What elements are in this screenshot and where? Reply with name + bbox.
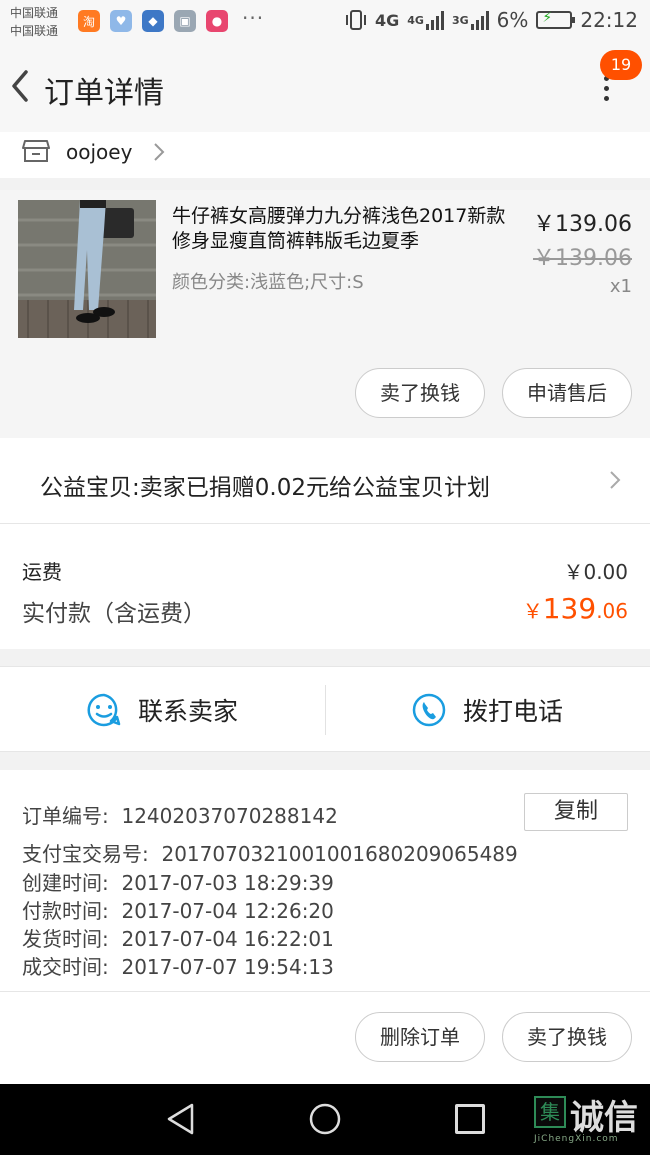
- product-price: ￥139.06: [533, 212, 632, 237]
- chevron-right-icon: [610, 471, 621, 489]
- carrier-1: 中国联通: [10, 6, 59, 20]
- signal-icon-1: [425, 10, 444, 30]
- copy-order-number-button[interactable]: 复制: [524, 793, 628, 831]
- order-number-row: 订单编号: 12402037070288142: [22, 800, 338, 829]
- status-bar: 中国联通 中国联通 淘 ♥ ◆ ▣ ● ··· 4G 4G 3G 6% ⚡ 22…: [0, 0, 650, 46]
- nav-back-icon[interactable]: [164, 1102, 198, 1136]
- vibrate-icon: [345, 10, 366, 30]
- carrier-info: 中国联通 中国联通: [10, 4, 58, 40]
- shipping-label: 运费: [22, 560, 62, 584]
- phone-icon: [412, 693, 446, 727]
- contact-seller-button[interactable]: 联系卖家: [86, 667, 238, 753]
- paid-amount-value: ￥139.06: [523, 592, 628, 625]
- ship-time: 2017-07-04 16:22:01: [121, 927, 334, 951]
- info-label: 付款时间:: [22, 899, 109, 923]
- paid-decimal: .06: [596, 599, 628, 623]
- status-right: 4G 4G 3G 6% ⚡ 22:12: [345, 8, 638, 32]
- back-arrow-icon[interactable]: [6, 66, 36, 106]
- notification-icons: 淘 ♥ ◆ ▣ ●: [78, 10, 228, 32]
- watermark-text: 诚信: [570, 1098, 638, 1138]
- info-label: 订单编号:: [22, 804, 109, 828]
- alipay-trade-row: 支付宝交易号: 2017070321001001680209065489: [22, 838, 518, 867]
- bird-app-icon: ●: [206, 10, 228, 32]
- order-actions: 删除订单 卖了换钱: [0, 992, 650, 1084]
- info-label: 支付宝交易号:: [22, 842, 149, 866]
- message-count-badge[interactable]: 19: [600, 50, 642, 80]
- shop-icon: [22, 140, 50, 162]
- network-3g-label: 3G: [451, 13, 469, 27]
- call-phone-label[interactable]: 拨打电话: [463, 692, 563, 728]
- info-label: 发货时间:: [22, 927, 109, 951]
- more-menu-icon[interactable]: [596, 76, 616, 106]
- paid-currency: ￥: [522, 599, 543, 623]
- call-phone-button[interactable]: 拨打电话: [411, 667, 563, 753]
- sell-for-cash-bottom-button[interactable]: 卖了换钱: [502, 1012, 632, 1062]
- ship-time-row: 发货时间: 2017-07-04 16:22:01: [22, 923, 334, 952]
- nav-home-icon[interactable]: [308, 1102, 342, 1136]
- product-title[interactable]: 牛仔裤女高腰弹力九分裤浅色2017新款修身显瘦直筒裤韩版毛边夏季: [172, 204, 512, 254]
- paid-integer: 139: [542, 592, 597, 625]
- payment-summary: 运费 ￥0.00 实付款（含运费） ￥139.06: [0, 524, 650, 649]
- charity-row[interactable]: 公益宝贝:卖家已捐赠0.02元给公益宝贝计划: [0, 438, 650, 524]
- create-time-row: 创建时间: 2017-07-03 18:29:39: [22, 867, 334, 896]
- pay-time-row: 付款时间: 2017-07-04 12:26:20: [22, 895, 334, 924]
- chevron-right-icon: [154, 143, 165, 161]
- product-thumbnail[interactable]: [18, 200, 156, 338]
- charity-text[interactable]: 公益宝贝:卖家已捐赠0.02元给公益宝贝计划: [40, 468, 490, 502]
- watermark-sub: JiChengXin.com: [534, 1134, 619, 1144]
- pay-time: 2017-07-04 12:26:20: [121, 899, 334, 923]
- contact-seller-label[interactable]: 联系卖家: [138, 692, 238, 728]
- deal-time: 2017-07-07 19:54:13: [121, 955, 334, 979]
- shop-name[interactable]: oojoey: [66, 140, 132, 164]
- shop-row[interactable]: oojoey: [0, 132, 650, 178]
- info-label: 成交时间:: [22, 955, 109, 979]
- more-notifications-icon: ···: [242, 6, 265, 30]
- network-4g-small-label: 4G: [407, 13, 424, 27]
- shipping-value: ￥0.00: [563, 560, 628, 584]
- info-label: 创建时间:: [22, 871, 109, 895]
- system-nav-bar: 集 诚信 JiChengXin.com: [0, 1084, 650, 1155]
- deal-time-row: 成交时间: 2017-07-07 19:54:13: [22, 951, 334, 980]
- sell-for-cash-button[interactable]: 卖了换钱: [355, 368, 485, 418]
- watermark-mark: 集: [534, 1096, 566, 1128]
- product-original-price: ￥139.06: [533, 246, 632, 271]
- order-number: 12402037070288142: [121, 804, 338, 828]
- order-info: 订单编号: 12402037070288142 复制 支付宝交易号: 20170…: [0, 770, 650, 992]
- product-item[interactable]: 牛仔裤女高腰弹力九分裤浅色2017新款修身显瘦直筒裤韩版毛边夏季 颜色分类:浅蓝…: [0, 190, 650, 438]
- paid-amount-label: 实付款（含运费）: [22, 601, 206, 627]
- page-title: 订单详情: [44, 76, 164, 111]
- battery-percent: 6%: [496, 8, 529, 32]
- network-4g-label: 4G: [374, 10, 400, 30]
- nav-recent-apps-icon[interactable]: [455, 1104, 485, 1134]
- carrier-2: 中国联通: [10, 24, 59, 38]
- contact-bar: 联系卖家 拨打电话: [0, 666, 650, 752]
- alipay-trade-number: 2017070321001001680209065489: [161, 842, 518, 866]
- health-app-icon: ♥: [110, 10, 132, 32]
- divider: [325, 685, 326, 735]
- watermark-logo: 集 诚信 JiChengXin.com: [534, 1096, 650, 1152]
- create-time: 2017-07-03 18:29:39: [121, 871, 334, 895]
- delete-order-button[interactable]: 删除订单: [355, 1012, 485, 1062]
- product-variant: 颜色分类:浅蓝色;尺寸:S: [172, 272, 364, 293]
- app-header: 订单详情 19: [0, 46, 650, 132]
- taobao-app-icon: 淘: [78, 10, 100, 32]
- chat-face-icon: [87, 693, 121, 727]
- signal-icon-2: [470, 10, 489, 30]
- alipay-app-icon: ◆: [142, 10, 164, 32]
- gallery-app-icon: ▣: [174, 10, 196, 32]
- clock: 22:12: [580, 8, 638, 32]
- after-sale-button[interactable]: 申请售后: [502, 368, 632, 418]
- battery-icon: ⚡: [536, 10, 576, 29]
- product-quantity: x1: [609, 276, 632, 297]
